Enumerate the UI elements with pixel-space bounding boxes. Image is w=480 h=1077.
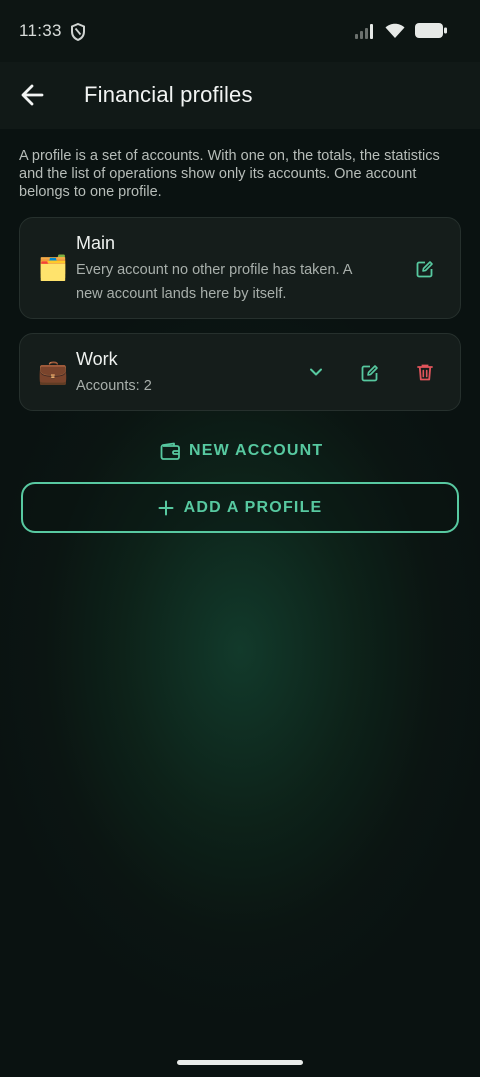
- signal-icon: [354, 23, 376, 44]
- app-bar: Financial profiles: [0, 62, 480, 129]
- briefcase-icon: 💼: [38, 359, 68, 386]
- arrow-left-icon: [21, 84, 44, 106]
- page-title: Financial profiles: [84, 82, 253, 107]
- profile-account-count: Accounts: 2: [76, 378, 152, 394]
- wifi-icon: [384, 22, 406, 44]
- profile-description: Every account no other profile has taken…: [76, 262, 352, 302]
- chevron-down-icon: [310, 368, 322, 376]
- status-bar: 11:33: [0, 0, 480, 62]
- plus-icon: [158, 500, 174, 515]
- edit-profile-button[interactable]: [413, 257, 437, 281]
- battery-icon: [414, 22, 448, 44]
- profile-card-work[interactable]: 💼 Work Accounts: 2: [19, 333, 461, 411]
- folder-icon: 🗂️: [38, 255, 68, 282]
- edit-icon: [416, 261, 433, 278]
- add-profile-label: ADD A PROFILE: [183, 498, 323, 516]
- profile-name: Main: [76, 233, 116, 253]
- profile-name: Work: [76, 349, 118, 369]
- wallet-icon: [160, 442, 180, 460]
- edit-profile-button[interactable]: [358, 361, 382, 385]
- description-text: A profile is a set of accounts. With one…: [19, 148, 440, 200]
- expand-button[interactable]: [304, 360, 328, 384]
- trash-icon: [417, 364, 433, 381]
- home-indicator[interactable]: [177, 1060, 303, 1065]
- delete-profile-button[interactable]: [413, 360, 437, 384]
- add-profile-button[interactable]: ADD A PROFILE: [21, 482, 459, 533]
- new-account-label: NEW ACCOUNT: [189, 442, 324, 459]
- shield-icon: [70, 22, 86, 46]
- status-time: 11:33: [19, 21, 62, 40]
- edit-icon: [361, 365, 378, 382]
- status-icons: [354, 22, 448, 44]
- back-button[interactable]: [18, 80, 48, 110]
- new-account-button[interactable]: NEW ACCOUNT: [160, 440, 323, 462]
- profile-card-main[interactable]: 🗂️ Main Every account no other profile h…: [19, 217, 461, 319]
